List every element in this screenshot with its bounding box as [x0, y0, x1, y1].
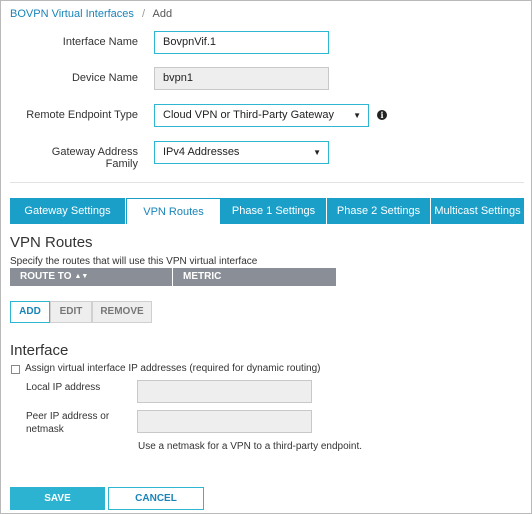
- tab-phase2-settings[interactable]: Phase 2 Settings: [327, 198, 431, 224]
- tab-gateway-settings[interactable]: Gateway Settings: [10, 198, 126, 224]
- peer-ip-label-line1: Peer IP address or: [26, 411, 110, 422]
- divider: [10, 182, 524, 183]
- vpn-routes-description: Specify the routes that will use this VP…: [10, 256, 258, 267]
- local-ip-input[interactable]: [137, 380, 312, 403]
- chevron-down-icon: ▼: [353, 111, 361, 120]
- local-ip-label: Local IP address: [26, 382, 101, 393]
- peer-ip-input[interactable]: [137, 410, 312, 433]
- vpn-routes-title: VPN Routes: [10, 234, 93, 251]
- gateway-address-family-label: Gateway Address Family: [51, 146, 138, 170]
- breadcrumb-link[interactable]: BOVPN Virtual Interfaces: [10, 8, 134, 20]
- add-button[interactable]: ADD: [10, 301, 50, 323]
- breadcrumb-separator: /: [141, 8, 146, 20]
- edit-button[interactable]: EDIT: [50, 301, 92, 323]
- interface-title: Interface: [10, 342, 69, 359]
- assign-ip-checkbox[interactable]: [11, 365, 20, 374]
- dialog-frame: BOVPN Virtual Interfaces / Add Interface…: [0, 0, 532, 514]
- column-header-metric[interactable]: METRIC: [173, 268, 336, 286]
- column-header-route-to[interactable]: ROUTE TO ▲▼: [10, 268, 173, 286]
- gateway-address-family-select[interactable]: IPv4 Addresses ▼: [154, 141, 329, 164]
- interface-name-label: Interface Name: [62, 36, 138, 48]
- cancel-button[interactable]: CANCEL: [108, 487, 204, 510]
- tab-phase1-settings[interactable]: Phase 1 Settings: [221, 198, 327, 224]
- interface-name-input[interactable]: BovpnVif.1: [154, 31, 329, 54]
- remove-button[interactable]: REMOVE: [92, 301, 152, 323]
- sort-icon: ▲▼: [74, 273, 89, 280]
- tab-multicast-settings[interactable]: Multicast Settings: [431, 198, 524, 224]
- device-name-input[interactable]: bvpn1: [154, 67, 329, 90]
- peer-ip-label-line2: netmask: [26, 424, 64, 435]
- assign-ip-checkbox-label[interactable]: Assign virtual interface IP addresses (r…: [25, 363, 321, 374]
- breadcrumb: BOVPN Virtual Interfaces / Add: [10, 8, 172, 20]
- info-icon[interactable]: i: [377, 110, 387, 120]
- route-to-label: ROUTE TO: [20, 271, 72, 282]
- save-button[interactable]: SAVE: [10, 487, 105, 510]
- breadcrumb-current: Add: [152, 8, 173, 20]
- netmask-help-text: Use a netmask for a VPN to a third-party…: [138, 441, 362, 452]
- gateway-address-family-value: IPv4 Addresses: [163, 146, 240, 158]
- remote-endpoint-type-value: Cloud VPN or Third-Party Gateway: [163, 109, 334, 121]
- routes-table-header: ROUTE TO ▲▼ METRIC: [10, 268, 336, 286]
- remote-endpoint-type-label: Remote Endpoint Type: [26, 109, 138, 121]
- peer-ip-label: Peer IP address or netmask: [26, 410, 109, 436]
- tab-vpn-routes[interactable]: VPN Routes: [126, 198, 221, 224]
- remote-endpoint-type-select[interactable]: Cloud VPN or Third-Party Gateway ▼: [154, 104, 369, 127]
- tab-bar: Gateway Settings VPN Routes Phase 1 Sett…: [10, 198, 524, 224]
- chevron-down-icon: ▼: [313, 148, 321, 157]
- device-name-label: Device Name: [71, 72, 138, 84]
